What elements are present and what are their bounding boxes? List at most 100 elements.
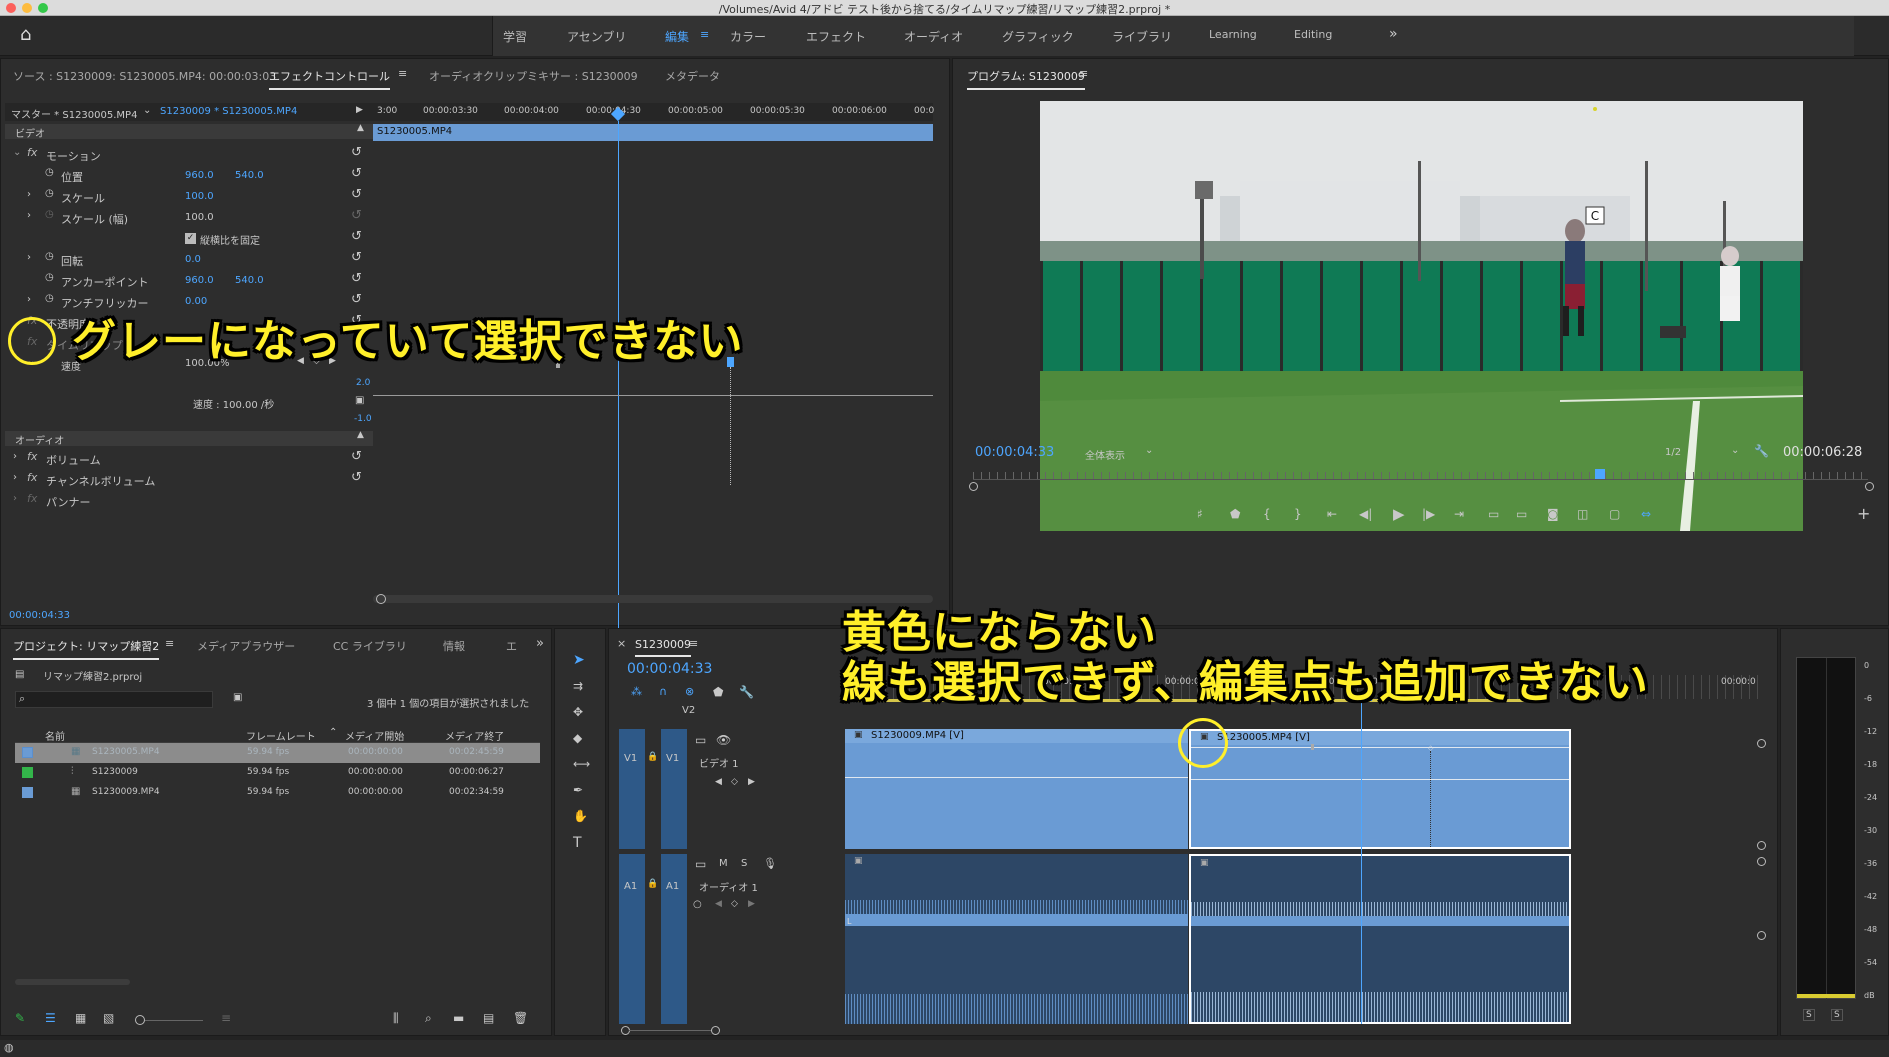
reset-icon[interactable]: ↺: [351, 229, 362, 244]
tab-info[interactable]: 情報: [443, 638, 465, 654]
table-row[interactable]: ⫶ S1230009 59.94 fps 00:00:00:00 00:00:0…: [15, 763, 540, 783]
chevron-right-icon[interactable]: ›: [13, 472, 17, 483]
next-keyframe-icon[interactable]: ▶: [748, 777, 755, 787]
workspace-color[interactable]: カラー: [730, 28, 766, 45]
scale-value[interactable]: 100.0: [185, 191, 214, 202]
speed-graph-line[interactable]: [373, 395, 933, 396]
chevron-right-icon[interactable]: ›: [27, 294, 31, 305]
step-forward-icon[interactable]: |▶: [1422, 507, 1435, 521]
timeline-timecode[interactable]: 00:00:04:33: [627, 661, 712, 677]
chevron-right-icon[interactable]: ›: [13, 451, 17, 462]
new-bin-from-search-icon[interactable]: ▣: [233, 692, 242, 703]
tab-effect-controls[interactable]: エフェクトコントロール: [269, 68, 390, 90]
source-patch-v1[interactable]: [619, 729, 645, 849]
type-tool-icon[interactable]: T: [573, 835, 582, 851]
lock-icon[interactable]: 🔒: [647, 879, 658, 889]
mark-in-icon[interactable]: {: [1263, 507, 1271, 521]
track-v1-header[interactable]: [661, 729, 687, 849]
anchor-y-value[interactable]: 540.0: [235, 275, 264, 286]
workspace-learning[interactable]: Learning: [1209, 28, 1257, 41]
list-view-icon[interactable]: ☰: [45, 1011, 56, 1025]
column-name[interactable]: 名前: [45, 728, 65, 743]
zoom-slider[interactable]: [145, 1020, 203, 1021]
chevron-down-icon[interactable]: ⌄: [1145, 445, 1153, 456]
automate-to-sequence-icon[interactable]: ⫼: [393, 1011, 399, 1026]
reset-icon[interactable]: ↺: [351, 449, 362, 464]
anchor-x-value[interactable]: 960.0: [185, 275, 214, 286]
master-clip-label[interactable]: マスター * S1230005.MP4: [11, 106, 137, 121]
timeline-hscroll[interactable]: [629, 1030, 711, 1031]
panner-label[interactable]: パンナー: [46, 494, 91, 510]
selection-tool-icon[interactable]: ➤: [573, 652, 585, 668]
reset-icon[interactable]: ↺: [351, 145, 362, 160]
ec-timecode[interactable]: 00:00:04:33: [9, 610, 70, 621]
fx-icon[interactable]: fx: [27, 471, 37, 484]
expand-timeline-icon[interactable]: ▶: [356, 105, 363, 115]
panel-menu-icon[interactable]: ≡: [165, 637, 174, 650]
add-marker-icon[interactable]: ♯: [1197, 507, 1203, 521]
add-keyframe-icon[interactable]: ◇: [731, 777, 738, 787]
razor-tool-icon[interactable]: ◆: [573, 731, 582, 745]
tab-source[interactable]: ソース : S1230009: S1230005.MP4: 00:00:03:0…: [13, 68, 276, 84]
sort-icon[interactable]: ⌃: [329, 727, 337, 738]
reset-icon[interactable]: ↺: [351, 470, 362, 485]
next-keyframe-icon[interactable]: ▶: [748, 899, 755, 909]
ec-clip-bar[interactable]: [373, 124, 933, 141]
freeform-view-icon[interactable]: ▧: [103, 1011, 114, 1025]
new-item-icon[interactable]: ▤: [483, 1011, 494, 1025]
extract-icon[interactable]: ▭: [1516, 507, 1527, 521]
column-media-start[interactable]: メディア開始: [345, 728, 404, 743]
chevron-right-icon[interactable]: ›: [13, 493, 17, 504]
clip1-opacity-line[interactable]: [845, 777, 1188, 778]
audio-clip-1[interactable]: ▣ L: [845, 854, 1188, 1024]
nest-icon[interactable]: ⁂: [631, 685, 642, 698]
panel-menu-icon[interactable]: ≡: [398, 67, 407, 80]
marker-icon[interactable]: ⬟: [1230, 507, 1240, 521]
workspace-learn[interactable]: 学習: [503, 28, 527, 45]
microphone-icon[interactable]: 🎙: [763, 857, 777, 870]
safe-margins-icon[interactable]: ▢: [1609, 507, 1620, 521]
workspace-editing[interactable]: 編集: [665, 28, 689, 45]
mute-button[interactable]: M: [719, 858, 728, 869]
stopwatch-icon[interactable]: ◷: [45, 293, 54, 304]
program-title[interactable]: プログラム: S1230009: [967, 68, 1085, 90]
stopwatch-icon[interactable]: ◷: [45, 251, 54, 262]
stopwatch-icon[interactable]: ◷: [45, 272, 54, 283]
clip2-opacity-line[interactable]: [1191, 779, 1569, 780]
label-color-swatch[interactable]: [22, 747, 33, 758]
more-panels-icon[interactable]: »: [536, 636, 544, 651]
column-media-end[interactable]: メディア終了: [445, 728, 504, 743]
scrollbar-handle[interactable]: [969, 482, 978, 491]
vr-video-icon[interactable]: ⇔: [1641, 507, 1651, 521]
chevron-right-icon[interactable]: ›: [27, 210, 31, 221]
collapse-up-icon[interactable]: ▲: [357, 123, 364, 133]
tab-project[interactable]: プロジェクト: リマップ練習2: [13, 638, 160, 660]
column-framerate[interactable]: フレームレート: [246, 728, 316, 743]
position-x-value[interactable]: 960.0: [185, 170, 214, 181]
collapse-up-icon[interactable]: ▲: [357, 430, 364, 440]
chevron-right-icon[interactable]: ›: [27, 189, 31, 200]
lock-icon[interactable]: 🔒: [647, 752, 658, 762]
go-to-in-icon[interactable]: ⇤: [1327, 507, 1337, 521]
scrollbar-handle[interactable]: [1757, 841, 1766, 850]
zoom-slider-handle[interactable]: [135, 1015, 145, 1025]
solo-right-button[interactable]: S: [1831, 1009, 1843, 1021]
workspace-audio[interactable]: オーディオ: [904, 28, 963, 45]
table-row[interactable]: ▦ S1230009.MP4 59.94 fps 00:00:00:00 00:…: [15, 783, 540, 803]
workspace-effects[interactable]: エフェクト: [806, 28, 866, 45]
wrench-icon[interactable]: 🔧: [1754, 444, 1769, 458]
scrollbar-handle[interactable]: [1865, 482, 1874, 491]
scrollbar-handle[interactable]: [376, 594, 386, 604]
mark-out-icon[interactable]: }: [1294, 507, 1302, 521]
add-marker-icon[interactable]: ⬟: [713, 685, 723, 699]
pencil-icon[interactable]: ✎: [15, 1011, 25, 1025]
table-row[interactable]: ▦ S1230005.MP4 59.94 fps 00:00:00:00 00:…: [15, 743, 540, 763]
trash-icon[interactable]: 🗑: [513, 1011, 528, 1025]
ripple-edit-tool-icon[interactable]: ✥: [573, 705, 583, 719]
tab-cc-libraries[interactable]: CC ライブラリ: [333, 638, 407, 654]
find-icon[interactable]: ⌕: [425, 1011, 432, 1026]
program-timecode[interactable]: 00:00:04:33: [975, 445, 1054, 460]
track-select-tool-icon[interactable]: ⇉: [573, 679, 583, 693]
panel-menu-icon[interactable]: ≡: [689, 637, 698, 650]
tab-audio-clip-mixer[interactable]: オーディオクリップミキサー : S1230009: [429, 68, 638, 84]
